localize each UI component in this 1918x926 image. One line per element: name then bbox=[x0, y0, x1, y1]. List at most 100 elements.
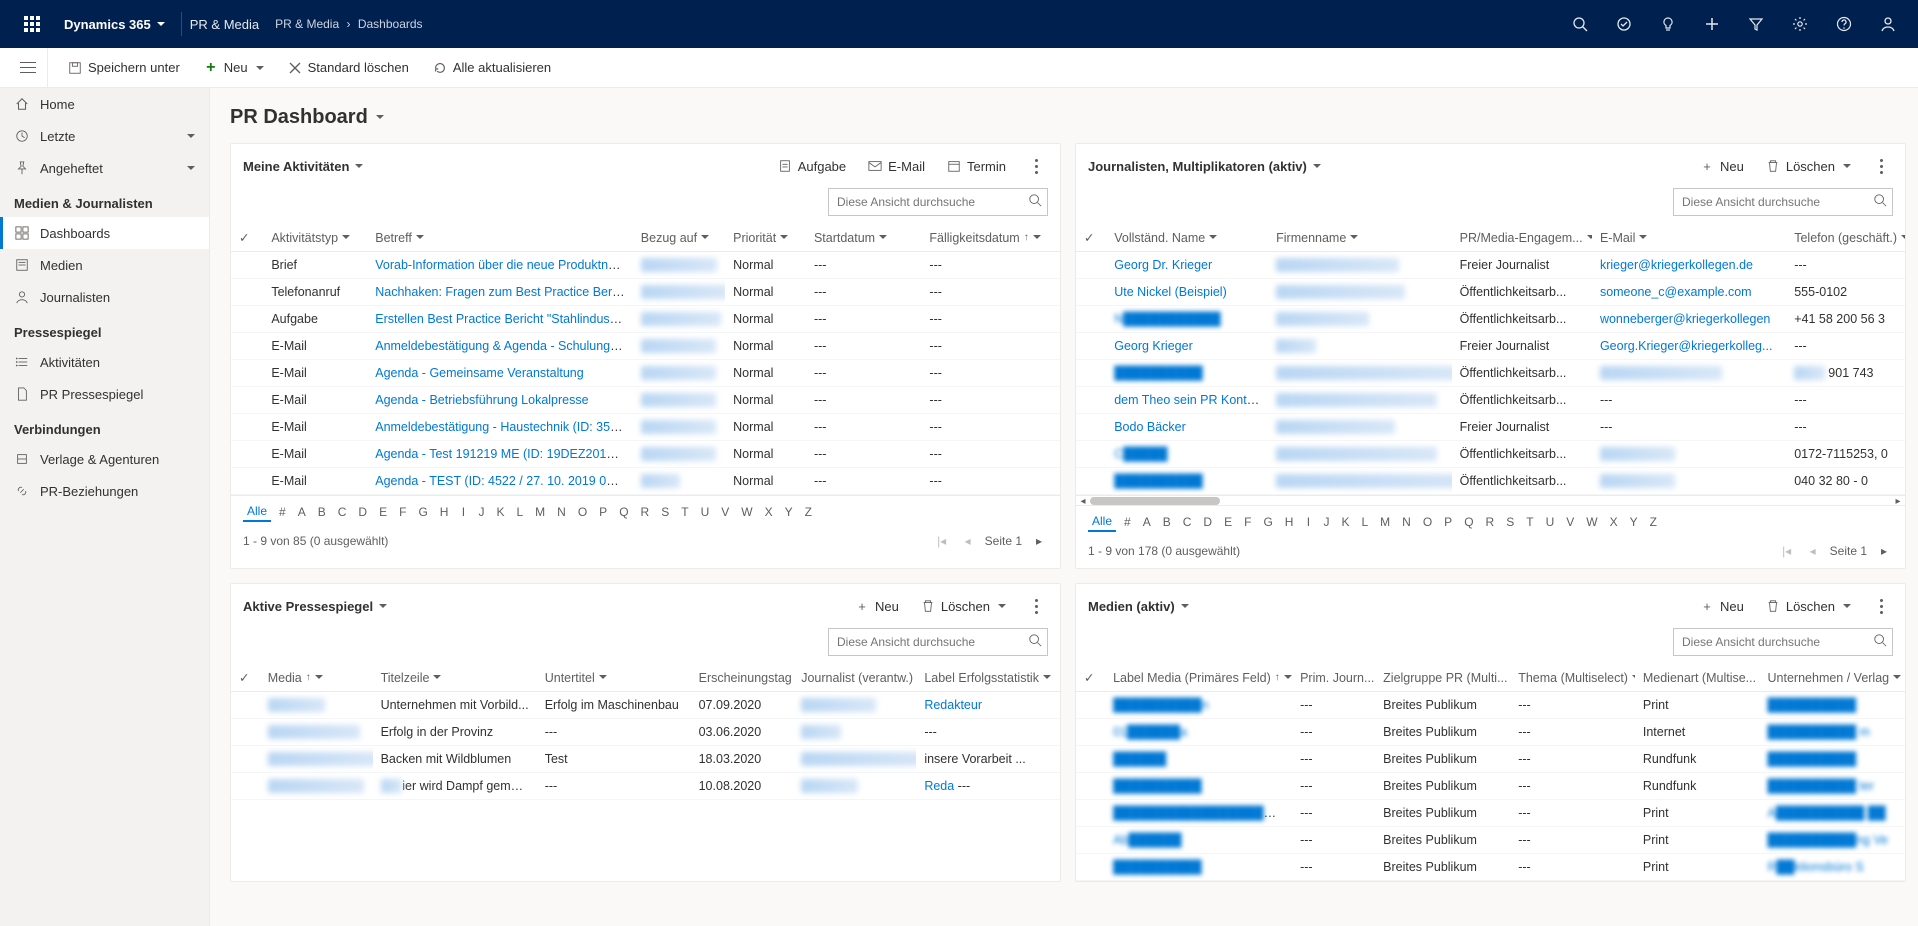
column-header[interactable]: Prim. Journ... bbox=[1292, 664, 1375, 692]
cell-label[interactable]: ██████████████████ung bbox=[1105, 800, 1292, 827]
alpha-filter[interactable]: W bbox=[1582, 513, 1601, 531]
cell-firm[interactable]: ██████████ g. ████████ bbox=[1268, 360, 1452, 387]
column-header[interactable]: Zielgruppe PR (Multi... bbox=[1375, 664, 1510, 692]
sidebar-item-home[interactable]: Home bbox=[0, 88, 209, 120]
table-row[interactable]: Ute Nickel (Beispiel) ████ture ████ ██!)… bbox=[1076, 279, 1905, 306]
table-row[interactable]: E-Mail Agenda - Test 191219 ME (ID: 19DE… bbox=[231, 441, 1060, 468]
table-row[interactable]: ██████████ --- Breites Publikum --- Rund… bbox=[1076, 773, 1905, 800]
alpha-filter[interactable]: P bbox=[1440, 513, 1456, 531]
prev-page-button[interactable]: ◂ bbox=[959, 532, 977, 550]
cell-subject[interactable]: Vorab-Information über die neue Produktn… bbox=[367, 252, 633, 279]
table-row[interactable]: 01██████a --- Breites Publikum --- Inter… bbox=[1076, 719, 1905, 746]
cell-firm[interactable]: ████████████ GmbH & Co. KG bbox=[1268, 468, 1452, 495]
cell-ref[interactable]: ████████ bbox=[633, 414, 725, 441]
cell-firm[interactable]: R██ktionsbüro S bbox=[1760, 854, 1905, 881]
alpha-filter[interactable]: # bbox=[275, 503, 290, 521]
table-row[interactable]: ██████████ --- Breites Publikum --- Prin… bbox=[1076, 854, 1905, 881]
cell-ref[interactable]: ████ bbox=[633, 468, 725, 495]
table-row[interactable]: Ab██████ --- Breites Publikum --- Print … bbox=[1076, 827, 1905, 854]
table-row[interactable]: Telefonanruf Nachhaken: Fragen zum Best … bbox=[231, 279, 1060, 306]
cell-name[interactable]: Bodo Bäcker bbox=[1106, 414, 1268, 441]
alpha-filter[interactable]: B bbox=[314, 503, 330, 521]
cell-email[interactable]: --- bbox=[1592, 387, 1786, 414]
table-row[interactable]: C█████ ████ites ██████rnsehen Öffentlich… bbox=[1076, 441, 1905, 468]
sidebar-item-letzte[interactable]: Letzte bbox=[0, 120, 209, 152]
cell-ref[interactable]: ████████ bbox=[633, 360, 725, 387]
cell-name[interactable]: C█████ bbox=[1106, 441, 1268, 468]
cell-media[interactable]: r██████████ bbox=[260, 773, 373, 800]
cell-firm[interactable]: ██████████ng Ve bbox=[1760, 827, 1905, 854]
cell-email[interactable]: Georg.Krieger@kriegerkolleg... bbox=[1592, 333, 1786, 360]
column-header[interactable]: Bezug auf bbox=[633, 224, 725, 252]
cell-firm[interactable]: ██████████ ter bbox=[1760, 773, 1905, 800]
table-row[interactable]: ██████████████████ung --- Breites Publik… bbox=[1076, 800, 1905, 827]
alpha-filter[interactable]: J bbox=[474, 503, 488, 521]
more-actions-button[interactable] bbox=[1024, 154, 1048, 178]
more-actions-button[interactable] bbox=[1869, 594, 1893, 618]
cell-ref[interactable]: ████████ bbox=[633, 441, 725, 468]
search-icon[interactable] bbox=[1028, 633, 1042, 647]
column-header[interactable]: Media ↑ bbox=[260, 664, 373, 692]
alpha-filter[interactable]: Z bbox=[801, 503, 816, 521]
cell-subject[interactable]: Agenda - Test 191219 ME (ID: 19DEZ2019 /… bbox=[367, 441, 633, 468]
alpha-filter[interactable]: I bbox=[1301, 513, 1315, 531]
table-row[interactable]: ██████████ ██████████ g. ████████ Öffent… bbox=[1076, 360, 1905, 387]
app-area-label[interactable]: PR & Media bbox=[190, 17, 259, 32]
alpha-filter[interactable]: L bbox=[1357, 513, 1372, 531]
cell-label[interactable]: ██████ bbox=[1105, 746, 1292, 773]
column-header[interactable]: Betreff bbox=[367, 224, 633, 252]
table-row[interactable]: ██████ Unternehmen mit Vorbild... Erfolg… bbox=[231, 692, 1060, 719]
column-header[interactable]: Unternehmen / Verlag bbox=[1760, 664, 1905, 692]
alpha-filter[interactable]: # bbox=[1120, 513, 1135, 531]
column-header[interactable]: Untertitel bbox=[537, 664, 691, 692]
alpha-filter[interactable]: F bbox=[1240, 513, 1255, 531]
first-page-button[interactable]: |◂ bbox=[933, 532, 951, 550]
table-row[interactable]: E-Mail Anmeldebestätigung - Haustechnik … bbox=[231, 414, 1060, 441]
cell-journalist[interactable]: ████████ bbox=[793, 692, 916, 719]
table-row[interactable]: ██████████n --- Breites Publikum --- Pri… bbox=[1076, 692, 1905, 719]
alpha-filter[interactable]: W bbox=[737, 503, 756, 521]
cell-subject[interactable]: Agenda - Gemeinsame Veranstaltung bbox=[367, 360, 633, 387]
sidebar-item-pr-beziehungen[interactable]: PR-Beziehungen bbox=[0, 475, 209, 507]
table-row[interactable]: Georg Krieger ████ Freier Journalist Geo… bbox=[1076, 333, 1905, 360]
alpha-filter[interactable]: F bbox=[395, 503, 410, 521]
column-header[interactable]: Thema (Multiselect) bbox=[1510, 664, 1635, 692]
column-header[interactable]: Label Erfolgsstatistik bbox=[916, 664, 1060, 692]
cell-label[interactable]: ██████████n bbox=[1105, 692, 1292, 719]
task-icon[interactable] bbox=[1602, 0, 1646, 48]
column-header[interactable]: Startdatum bbox=[806, 224, 921, 252]
cell-firm[interactable]: ████████████ H bbox=[1268, 252, 1452, 279]
nav-toggle-button[interactable] bbox=[8, 48, 48, 88]
table-row[interactable]: E-Mail Agenda - TEST (ID: 4522 / 27. 10.… bbox=[231, 468, 1060, 495]
table-row[interactable]: E-Mail Agenda - Betriebsführung Lokalpre… bbox=[231, 387, 1060, 414]
column-header[interactable]: Medienart (Multise... bbox=[1635, 664, 1760, 692]
cell-ref[interactable]: M███████ bbox=[633, 252, 725, 279]
alpha-filter[interactable]: N bbox=[1398, 513, 1415, 531]
alpha-filter[interactable]: E bbox=[1220, 513, 1236, 531]
alpha-filter[interactable]: Q bbox=[1460, 513, 1477, 531]
table-row[interactable]: E-Mail Anmeldebestätigung & Agenda - Sch… bbox=[231, 333, 1060, 360]
alpha-filter[interactable]: I bbox=[456, 503, 470, 521]
alpha-filter[interactable]: R bbox=[637, 503, 654, 521]
search-icon[interactable] bbox=[1028, 193, 1042, 207]
sidebar-item-pr-pressespiegel[interactable]: PR Pressespiegel bbox=[0, 378, 209, 410]
new-appointment-button[interactable]: Termin bbox=[939, 155, 1014, 178]
cell-journalist[interactable]: ██████████████ bbox=[793, 746, 916, 773]
alpha-filter[interactable]: H bbox=[436, 503, 453, 521]
chevron-down-icon[interactable] bbox=[1181, 604, 1189, 612]
cell-email[interactable]: someone_c@example.com bbox=[1592, 279, 1786, 306]
sidebar-item-aktivitäten[interactable]: Aktivitäten bbox=[0, 346, 209, 378]
column-header[interactable]: Fälligkeitsdatum ↑ bbox=[921, 224, 1060, 252]
table-row[interactable]: Bodo Bäcker █████████████ Freier Journal… bbox=[1076, 414, 1905, 441]
cell-name[interactable]: ██████████ bbox=[1106, 360, 1268, 387]
column-header[interactable]: Titelzeile bbox=[373, 664, 537, 692]
table-row[interactable]: Georg Dr. Krieger ████████████ H Freier … bbox=[1076, 252, 1905, 279]
cell-firm[interactable]: █████████████ bbox=[1268, 414, 1452, 441]
delete-record-button[interactable]: Löschen bbox=[1758, 595, 1859, 618]
next-page-button[interactable]: ▸ bbox=[1030, 532, 1048, 550]
alpha-filter[interactable]: L bbox=[512, 503, 527, 521]
cell-firm[interactable]: ██████████ bbox=[1268, 306, 1452, 333]
cell-label[interactable]: 01██████a bbox=[1105, 719, 1292, 746]
alpha-filter[interactable]: T bbox=[1522, 513, 1537, 531]
cell-subject[interactable]: Agenda - Betriebsführung Lokalpresse bbox=[367, 387, 633, 414]
